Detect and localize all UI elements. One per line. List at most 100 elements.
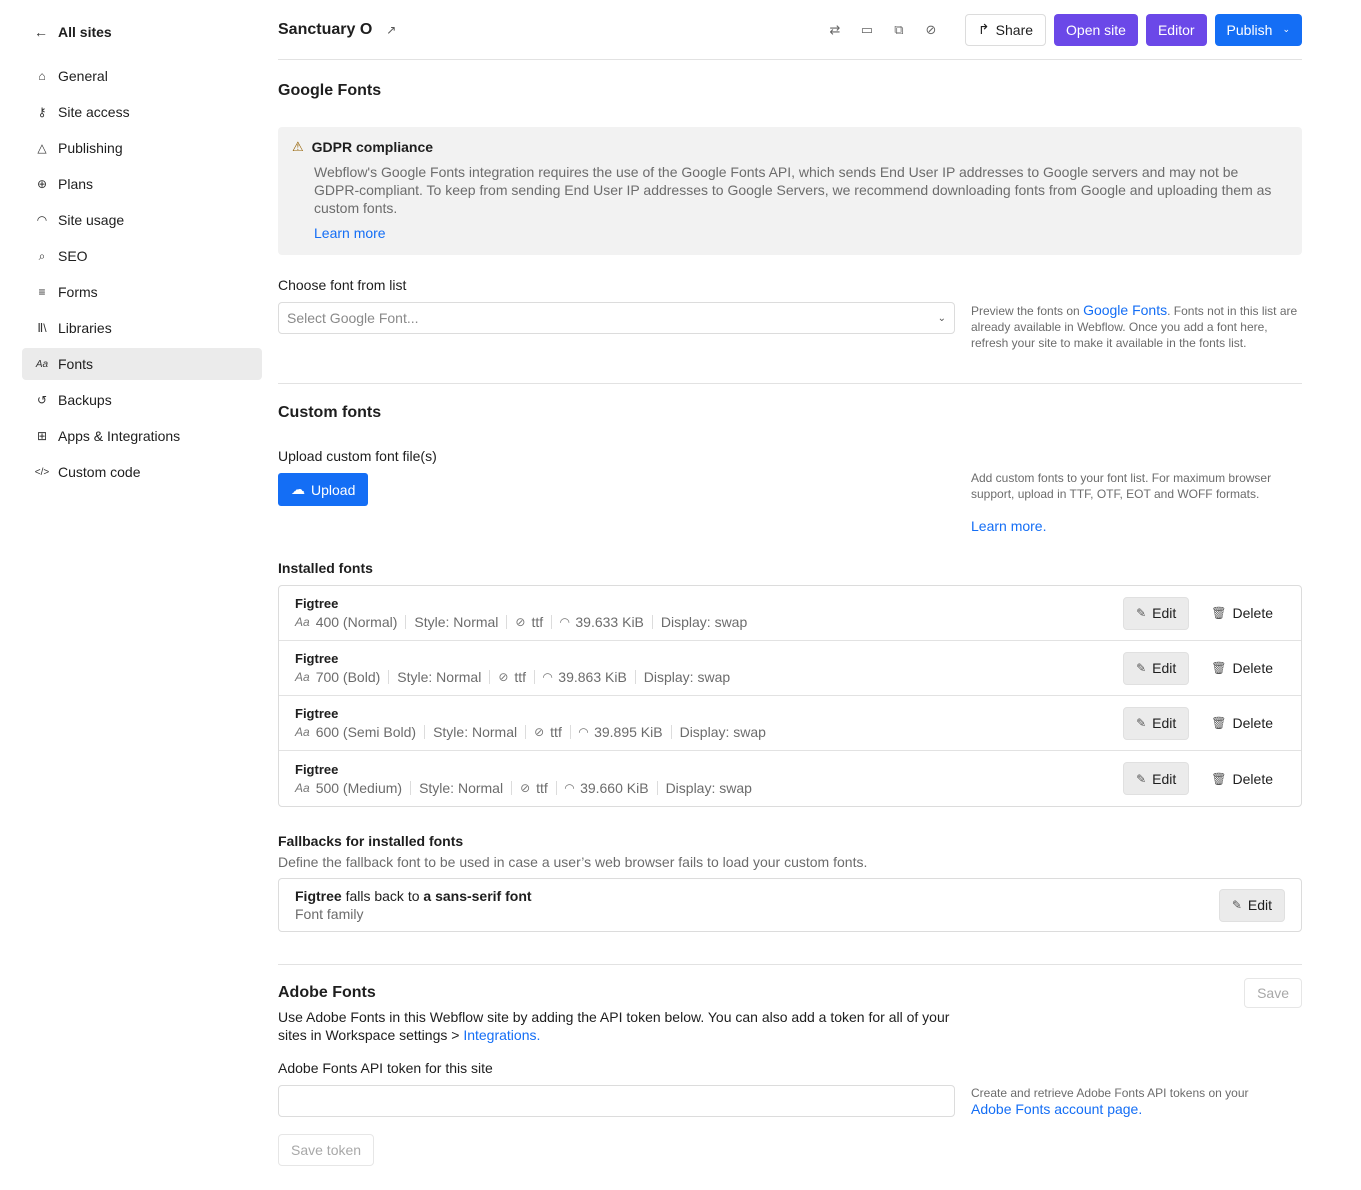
duplicate-icon[interactable]: ⧉ bbox=[883, 14, 915, 46]
edit-button[interactable]: ✎ Edit bbox=[1123, 596, 1190, 630]
font-name: Figtree bbox=[295, 761, 339, 777]
custom-fonts-learn-more-link[interactable]: Learn more. bbox=[971, 518, 1302, 534]
font-meta: Aa 400 (Normal) Style: Normal ⊘ ttf ◠ 39.63… bbox=[295, 614, 747, 630]
delete-button[interactable]: 🗑 Delete bbox=[1199, 707, 1285, 740]
sidebar-item-publishing[interactable]: △ Publishing bbox=[22, 132, 262, 164]
search-icon: ⌕ bbox=[38, 248, 46, 263]
font-style: Style: Normal bbox=[414, 614, 499, 630]
fallback-edit-button[interactable]: ✎ Edit bbox=[1218, 888, 1285, 922]
help-text: Preview the fonts on bbox=[971, 304, 1084, 318]
font-format: ttf bbox=[514, 669, 527, 685]
share-button[interactable]: ↱ Share bbox=[964, 13, 1047, 46]
home-icon: ⌂ bbox=[38, 69, 46, 83]
sidebar-item-label: Plans bbox=[58, 176, 94, 192]
divider bbox=[278, 964, 1302, 965]
sidebar-item-libraries[interactable]: Ⅱ\ Libraries bbox=[22, 312, 262, 344]
font-weight-icon: Aa bbox=[295, 725, 310, 739]
sidebar-item-label: Publishing bbox=[58, 140, 123, 156]
sidebar-item-general[interactable]: ⌂ General bbox=[22, 60, 262, 92]
delete-button[interactable]: 🗑 Delete bbox=[1199, 652, 1285, 685]
gauge-icon: ◠ bbox=[36, 213, 48, 227]
font-name: Figtree bbox=[295, 651, 339, 666]
chevron-down-icon: ⌄ bbox=[937, 312, 946, 324]
publish-label: Publish bbox=[1226, 21, 1273, 38]
archive-icon[interactable]: ▭ bbox=[851, 14, 883, 46]
external-link-icon[interactable]: ↗ bbox=[386, 23, 396, 37]
table-row: Figtree Aa 600 (Semi Bold) Style: Normal … bbox=[279, 696, 1301, 751]
gauge-icon: ◠ bbox=[560, 615, 570, 629]
font-size: 39.895 KiB bbox=[594, 724, 663, 740]
font-weight: 500 (Medium) bbox=[315, 779, 403, 796]
editor-button[interactable]: Editor bbox=[1145, 13, 1207, 46]
divider bbox=[278, 383, 1302, 384]
font-style: Style: Normal bbox=[433, 724, 518, 740]
publish-button[interactable]: Publish ⌄ bbox=[1214, 13, 1302, 46]
integrations-link[interactable]: Integrations. bbox=[463, 1027, 540, 1043]
adobe-account-link[interactable]: Adobe Fonts account page. bbox=[971, 1101, 1142, 1117]
forms-icon: ≡ bbox=[38, 285, 46, 299]
chevron-down-icon: ⌄ bbox=[1282, 24, 1290, 34]
table-row: Figtree Aa 500 (Medium) Style: Normal ⊘ tt… bbox=[279, 751, 1301, 806]
sidebar-item-label: Fonts bbox=[58, 356, 94, 372]
edit-button[interactable]: ✎ Edit bbox=[1123, 706, 1190, 740]
adobe-help: Create and retrieve Adobe Fonts API toke… bbox=[971, 1085, 1302, 1118]
fallbacks-description: Define the fallback font to be used in c… bbox=[278, 854, 868, 870]
sidebar-item-plans[interactable]: ⊕ Plans bbox=[22, 168, 262, 200]
adobe-token-row: Create and retrieve Adobe Fonts API toke… bbox=[278, 1085, 1302, 1118]
settings-nav: ⌂ General ⚷ Site access △ Publishing ⊕ Plans… bbox=[22, 60, 262, 488]
edit-button[interactable]: ✎ Edit bbox=[1123, 651, 1190, 685]
font-format: ttf bbox=[536, 779, 548, 796]
adobe-save-button[interactable]: Save bbox=[1244, 978, 1302, 1008]
delete-button[interactable]: 🗑 Delete bbox=[1199, 597, 1285, 630]
sidebar-item-site-usage[interactable]: ◠ Site usage bbox=[22, 204, 262, 236]
sidebar-item-label: General bbox=[58, 68, 108, 84]
font-size: 39.660 KiB bbox=[580, 779, 649, 796]
unpublish-icon[interactable]: ⊘ bbox=[915, 14, 947, 46]
save-token-button[interactable]: Save token bbox=[278, 1134, 375, 1166]
upload-label: Upload custom font file(s) bbox=[278, 448, 437, 464]
sidebar-item-forms[interactable]: ≡ Forms bbox=[22, 276, 262, 308]
font-display: Display: swap bbox=[679, 724, 766, 740]
pencil-icon: ✎ bbox=[1136, 661, 1147, 675]
adobe-token-label: Adobe Fonts API token for this site bbox=[278, 1060, 493, 1076]
help-text: Create and retrieve Adobe Fonts API toke… bbox=[971, 1086, 1249, 1100]
select-placeholder: Select Google Font... bbox=[287, 310, 419, 326]
sidebar-item-site-access[interactable]: ⚷ Site access bbox=[22, 96, 262, 128]
sidebar-item-fonts[interactable]: Aa Fonts bbox=[22, 348, 262, 380]
edit-label: Edit bbox=[1152, 660, 1177, 676]
all-sites-link[interactable]: ← All sites bbox=[22, 16, 262, 48]
font-size: 39.863 KiB bbox=[558, 669, 627, 685]
sidebar-item-backups[interactable]: ↺ Backups bbox=[22, 384, 262, 416]
gdpr-learn-more-link[interactable]: Learn more bbox=[314, 225, 1282, 241]
edit-button[interactable]: ✎ Edit bbox=[1123, 762, 1190, 795]
sidebar-item-seo[interactable]: ⌕ SEO bbox=[22, 240, 262, 272]
link-icon: ⊘ bbox=[520, 780, 531, 795]
upload-button[interactable]: ☁ Upload bbox=[278, 473, 369, 506]
gdpr-notice: ⚠ GDPR compliance Webflow's Google Fonts… bbox=[278, 127, 1302, 255]
installed-fonts-table: Figtree Aa 400 (Normal) Style: Normal ⊘ tt… bbox=[278, 585, 1302, 807]
google-fonts-heading: Google Fonts bbox=[278, 82, 382, 99]
open-site-button[interactable]: Open site bbox=[1054, 13, 1138, 46]
fallbacks-heading: Fallbacks for installed fonts bbox=[278, 833, 464, 849]
trash-icon: 🗑 bbox=[1211, 661, 1227, 675]
table-row: Figtree Aa 700 (Bold) Style: Normal ⊘ ttf … bbox=[279, 641, 1301, 696]
google-fonts-link[interactable]: Google Fonts bbox=[1083, 302, 1167, 318]
link-icon: ⊘ bbox=[515, 615, 526, 629]
transfer-icon[interactable]: ⇄ bbox=[819, 14, 851, 46]
plans-icon: ⊕ bbox=[36, 177, 48, 191]
font-display: Display: swap bbox=[660, 614, 748, 630]
delete-button[interactable]: 🗑 Delete bbox=[1199, 762, 1285, 795]
adobe-token-input[interactable] bbox=[278, 1085, 955, 1117]
font-name: Figtree bbox=[295, 706, 339, 721]
google-font-select[interactable]: Select Google Font... ⌄ bbox=[278, 302, 955, 334]
font-meta: Aa 600 (Semi Bold) Style: Normal ⊘ ttf ◠ 39… bbox=[295, 724, 766, 740]
font-weight: 700 (Bold) bbox=[315, 669, 381, 685]
sidebar-item-label: Custom code bbox=[58, 464, 141, 480]
pencil-icon: ✎ bbox=[1136, 771, 1147, 786]
all-sites-label: All sites bbox=[58, 24, 112, 40]
main-content: Sanctuary O ↗ ⇄ ▭ ⧉ ⊘ ↱ Share Open site E… bbox=[278, 0, 1302, 1166]
code-icon: </> bbox=[34, 466, 50, 478]
sidebar-item-apps[interactable]: ⊞ Apps & Integrations bbox=[22, 420, 262, 452]
sidebar-item-custom-code[interactable]: </> Custom code bbox=[22, 456, 262, 488]
custom-fonts-help: Add custom fonts to your font list. For … bbox=[971, 448, 1302, 534]
